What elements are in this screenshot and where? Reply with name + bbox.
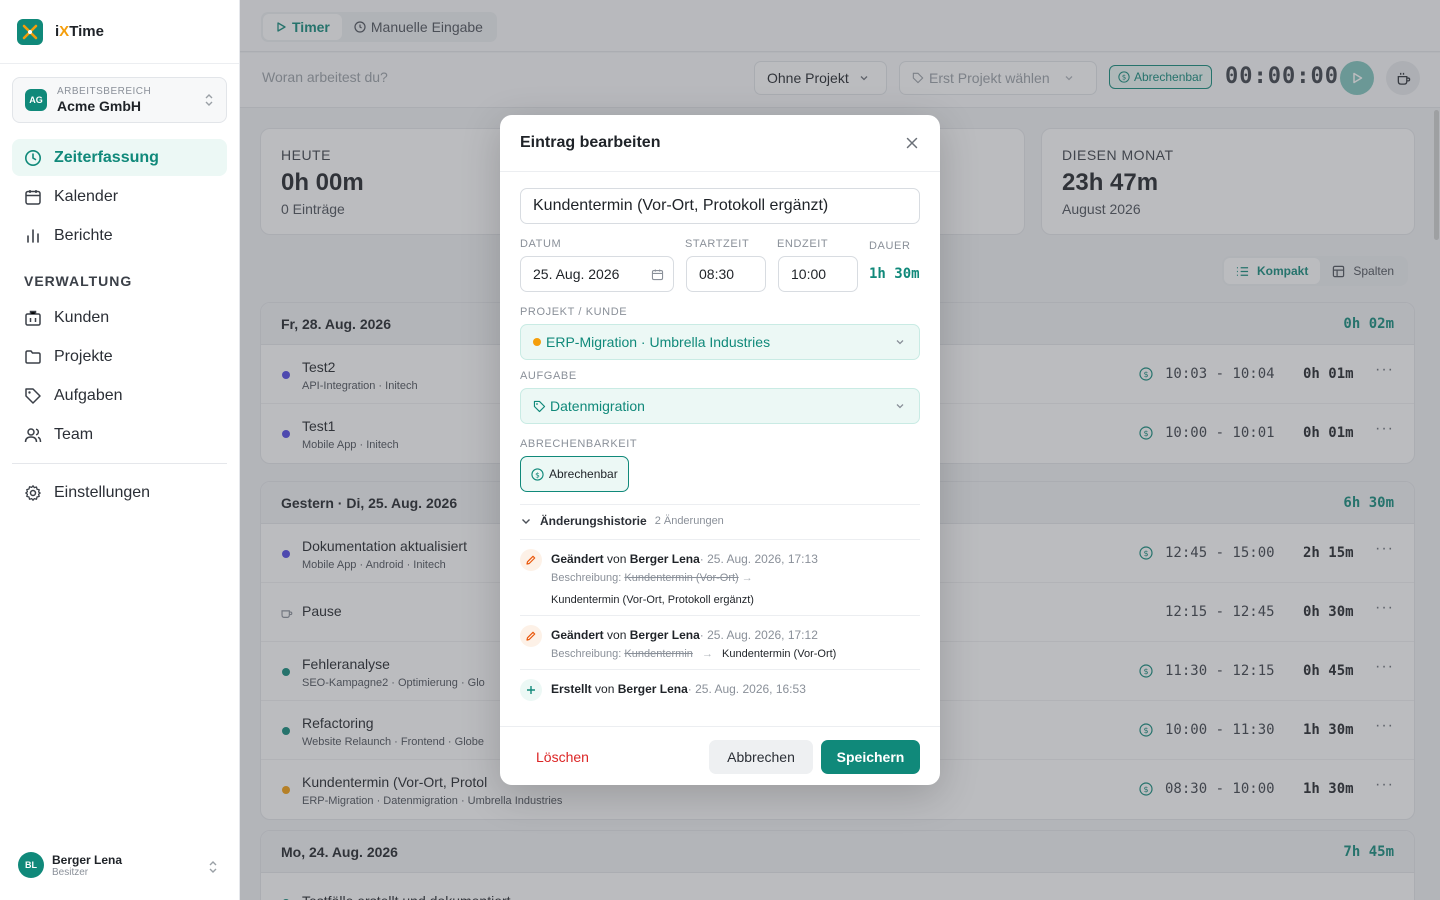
user-menu[interactable]: BL Berger Lena Besitzer <box>18 852 122 878</box>
history-change: Beschreibung: Kundentermin (Vor-Ort) → <box>551 572 753 584</box>
bar-chart-icon <box>27 228 39 243</box>
billable-label: Abrechenbar <box>549 467 618 481</box>
edit-entry-dialog: Eintrag bearbeiten Kundentermin (Vor-Ort… <box>500 115 940 785</box>
workspace-switcher[interactable]: AG ARBEITSBEREICH Acme GmbH <box>12 77 227 123</box>
nav-label: Team <box>54 425 94 443</box>
nav-item-kunden[interactable]: Kunden <box>12 299 227 336</box>
history-change: Beschreibung: Kundentermin → Kundentermi… <box>551 648 837 660</box>
chevron-down-icon <box>896 404 904 409</box>
clock-icon <box>25 149 41 166</box>
sidebar: iXTime AG ARBEITSBEREICH Acme GmbH Zeite… <box>0 0 240 900</box>
users-icon <box>24 427 42 442</box>
user-name: Berger Lena <box>52 852 123 867</box>
nav-label: Zeiterfassung <box>54 148 159 166</box>
nav-item-team[interactable]: Team <box>12 416 227 453</box>
building-icon <box>25 310 41 326</box>
description-input[interactable]: Kundentermin (Vor-Ort, Protokoll ergänzt… <box>520 188 920 224</box>
start-label: STARTZEIT <box>685 238 750 250</box>
app-logo-icon <box>17 18 43 45</box>
chevron-updown-icon[interactable] <box>208 860 218 877</box>
avatar: BL <box>18 852 44 878</box>
app-name: iXTime <box>55 23 104 40</box>
chevron-down-icon <box>896 340 904 345</box>
folder-icon <box>25 349 41 364</box>
history-title: Änderungshistorie <box>540 514 647 528</box>
dialog-title: Eintrag bearbeiten <box>520 134 661 151</box>
task-select[interactable]: Datenmigration <box>520 388 920 424</box>
calendar-icon <box>651 269 664 281</box>
workspace-badge: AG <box>25 89 47 111</box>
nav-item-aufgaben[interactable]: Aufgaben <box>12 377 227 414</box>
divider <box>520 615 920 616</box>
workspace-caption: ARBEITSBEREICH <box>57 85 152 97</box>
history-new-value: Kundentermin (Vor-Ort, Protokoll ergänzt… <box>551 594 754 606</box>
save-button[interactable]: Speichern <box>821 740 920 774</box>
divider <box>520 539 920 540</box>
chevron-down-icon <box>522 519 530 524</box>
history-count: 2 Änderungen <box>654 515 724 527</box>
nav-label: Projekte <box>54 347 113 365</box>
end-label: ENDZEIT <box>777 238 829 250</box>
sidebar-divider <box>12 463 227 464</box>
billing-label: ABRECHENBARKEIT <box>520 438 638 450</box>
history-item: Geändert von Berger Lena· 25. Aug. 2026,… <box>520 549 920 615</box>
history-meta: Geändert von Berger Lena· 25. Aug. 2026,… <box>551 552 818 566</box>
date-input[interactable]: 25. Aug. 2026 <box>520 256 674 292</box>
dollar-icon: $ <box>531 467 544 481</box>
history-meta: Geändert von Berger Lena· 25. Aug. 2026,… <box>551 628 818 642</box>
user-role: Besitzer <box>52 866 89 878</box>
close-icon[interactable] <box>904 135 920 151</box>
history-toggle[interactable]: Änderungshistorie 2 Änderungen <box>520 514 724 528</box>
nav-section-verwaltung: VERWALTUNG <box>24 273 133 289</box>
cancel-button[interactable]: Abbrechen <box>709 740 813 774</box>
nav-item-einstellungen[interactable]: Einstellungen <box>12 474 227 511</box>
divider <box>520 504 920 505</box>
project-select[interactable]: ERP-Migration · Umbrella Industries <box>520 324 920 360</box>
nav-item-berichte[interactable]: Berichte <box>12 217 227 254</box>
calendar-icon <box>25 189 41 205</box>
task-label: AUFGABE <box>520 370 577 382</box>
start-time-input[interactable]: 08:30 <box>686 256 766 292</box>
history-item: Geändert von Berger Lena· 25. Aug. 2026,… <box>520 625 920 669</box>
chevron-updown-icon <box>204 93 214 110</box>
delete-button[interactable]: Löschen <box>520 740 605 774</box>
nav-label: Aufgaben <box>54 386 123 404</box>
history-meta: Erstellt von Berger Lena· 25. Aug. 2026,… <box>551 682 806 696</box>
duration-label: DAUER <box>869 240 911 252</box>
scrollbar[interactable] <box>1434 110 1439 240</box>
nav-label: Berichte <box>54 226 113 244</box>
nav-label: Kalender <box>54 187 119 205</box>
brand[interactable]: iXTime <box>0 0 239 64</box>
project-color-dot <box>533 338 541 346</box>
divider <box>520 669 920 670</box>
date-label: DATUM <box>520 238 562 250</box>
nav-item-kalender[interactable]: Kalender <box>12 178 227 215</box>
pencil-icon <box>520 549 542 571</box>
date-value: 25. Aug. 2026 <box>533 266 620 282</box>
project-value: ERP-Migration · Umbrella Industries <box>546 334 771 350</box>
nav-label: Einstellungen <box>54 483 151 501</box>
gear-icon <box>25 484 41 501</box>
history-item: Erstellt von Berger Lena· 25. Aug. 2026,… <box>520 679 920 709</box>
tag-icon <box>533 400 546 412</box>
nav-label: Kunden <box>54 308 110 326</box>
task-value: Datenmigration <box>550 398 645 414</box>
end-time-input[interactable]: 10:00 <box>778 256 858 292</box>
project-label: PROJEKT / KUNDE <box>520 306 628 318</box>
plus-icon <box>520 679 542 701</box>
workspace-name: Acme GmbH <box>57 97 142 114</box>
nav-item-zeiterfassung[interactable]: Zeiterfassung <box>12 139 227 176</box>
duration-value: 1h 30m <box>869 266 920 282</box>
tag-icon <box>25 387 41 404</box>
billable-toggle[interactable]: $ Abrechenbar <box>520 456 629 492</box>
nav-item-projekte[interactable]: Projekte <box>12 338 227 375</box>
dialog-footer: Löschen Abbrechen Speichern <box>500 726 940 785</box>
svg-text:$: $ <box>535 470 540 479</box>
pencil-icon <box>520 625 542 647</box>
